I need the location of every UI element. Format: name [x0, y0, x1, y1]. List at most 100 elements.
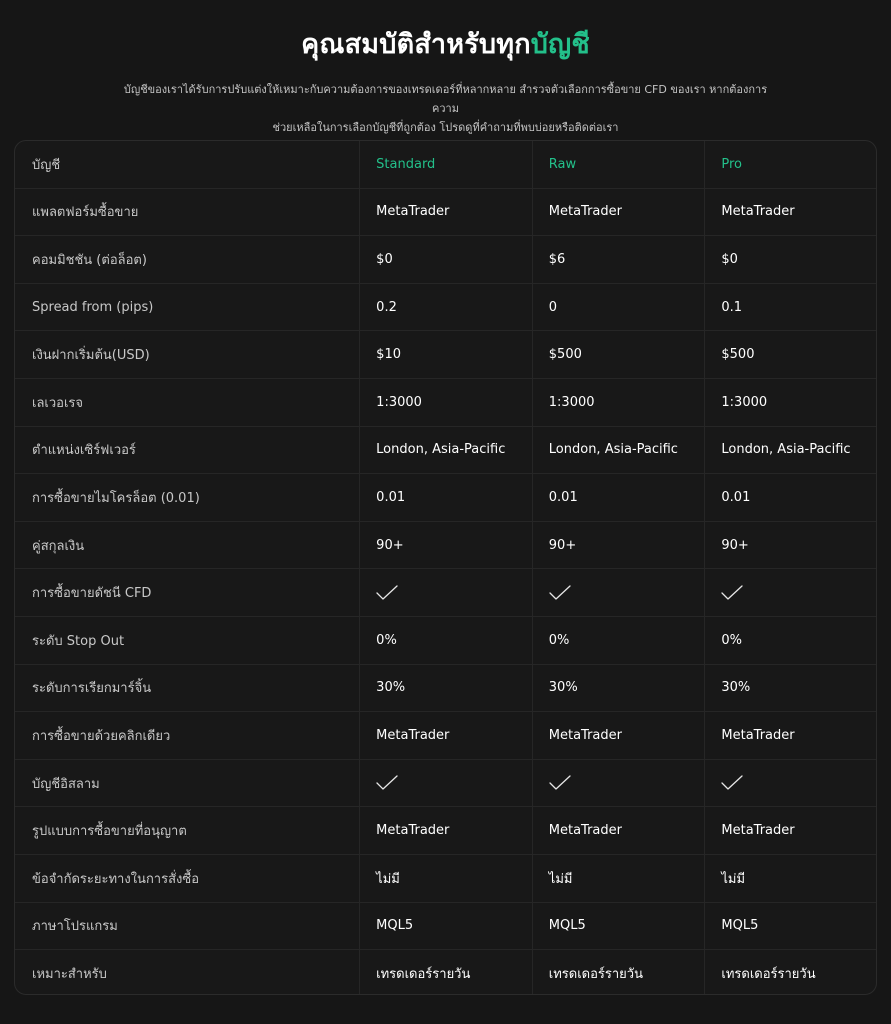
table-row: การซื้อขายไมโครล็อต (0.01) 0.01 0.01 0.01 — [15, 474, 876, 522]
cell-raw: MQL5 — [533, 902, 706, 950]
cell-raw: 30% — [533, 664, 706, 712]
title-highlight: บัญชี — [530, 29, 590, 60]
row-label: คอมมิชชัน (ต่อล็อต) — [15, 236, 361, 283]
table-row: คอมมิชชัน (ต่อล็อต) $0 $6 $0 — [15, 236, 876, 284]
cell-standard: เทรดเดอร์รายวัน — [360, 950, 533, 994]
cell-standard: 1:3000 — [360, 378, 533, 426]
cell-standard: 90+ — [360, 521, 533, 569]
cell-pro — [705, 760, 876, 807]
cell-standard: $10 — [360, 331, 533, 378]
row-label: การซื้อขายไมโครล็อต (0.01) — [15, 474, 361, 521]
cell-raw: MetaTrader — [533, 188, 706, 236]
row-label: ระดับ Stop Out — [15, 616, 361, 664]
cell-raw: 90+ — [533, 521, 706, 569]
row-label: แพลตฟอร์มซื้อขาย — [15, 188, 361, 236]
cell-raw: $500 — [533, 331, 706, 378]
cell-pro: 30% — [721, 680, 751, 696]
cell-pro: MetaTrader — [721, 727, 795, 743]
table-row: คู่สกุลเงิน 90+ 90+ 90+ — [15, 521, 876, 570]
cell-pro: ไม่มี — [721, 871, 746, 887]
table-row: การซื้อขายด้วยคลิกเดียว MetaTrader MetaTra… — [15, 712, 876, 760]
row-label: ภาษาโปรแกรม — [15, 902, 361, 950]
table-row: ตำแหน่งเซิร์ฟเวอร์ London, Asia-Pacific Lo… — [15, 426, 876, 475]
cell-raw: 0 — [533, 283, 706, 331]
cell-raw: 1:3000 — [533, 378, 706, 426]
cell-raw: MetaTrader — [533, 712, 706, 759]
table-row: ข้อจำกัดระยะทางในการสั่งซื้อ ไม่มี ไม่มี ไม… — [15, 854, 876, 903]
table-row: Spread from (pips) 0.2 0 0.1 — [15, 283, 876, 332]
row-label: เลเวอเรจ — [15, 378, 361, 426]
cell-standard: MQL5 — [360, 902, 533, 950]
page-subtitle: บัญชีของเราได้รับการปรับแต่งให้เหมาะกับค… — [120, 80, 771, 137]
cell-pro: MQL5 — [721, 918, 759, 934]
subtitle-line-2: ช่วยเหลือในการเลือกบัญชีที่ถูกต้อง โปรดด… — [272, 121, 619, 134]
cell-standard: 0% — [360, 616, 533, 664]
table-row: ระดับการเรียกมาร์จิ้น 30% 30% 30% — [15, 664, 876, 713]
check-icon — [549, 775, 571, 791]
cell-pro: เทรดเดอร์รายวัน — [721, 967, 816, 983]
table-row: ภาษาโปรแกรม MQL5 MQL5 MQL5 — [15, 902, 876, 951]
cell-pro: MetaTrader — [721, 204, 795, 220]
cell-raw: $6 — [533, 236, 706, 283]
check-icon — [721, 584, 744, 601]
row-label: ข้อจำกัดระยะทางในการสั่งซื้อ — [15, 854, 361, 902]
cell-pro: 0% — [721, 632, 743, 648]
cell-standard: 0.01 — [360, 474, 533, 521]
table-header-row: บัญชี Standard Raw Pro — [15, 141, 876, 189]
cell-standard: London, Asia-Pacific — [360, 426, 533, 474]
table-row: แพลตฟอร์มซื้อขาย MetaTrader MetaTrader Meta… — [15, 188, 876, 237]
header-cell-raw: Raw — [533, 141, 706, 188]
cell-raw: 0.01 — [533, 474, 706, 521]
cell-standard: MetaTrader — [360, 807, 533, 854]
account-comparison-table: บัญชี Standard Raw Pro แพลตฟอร์มซื้อขาย M… — [14, 140, 877, 995]
page-title: คุณสมบัติสำหรับทุกบัญชี — [0, 22, 891, 65]
cell-pro: 0.1 — [721, 299, 743, 315]
row-label: บัญชีอิสลาม — [15, 759, 361, 807]
cell-raw: เทรดเดอร์รายวัน — [533, 950, 706, 994]
cell-raw: ไม่มี — [533, 854, 706, 902]
cell-standard — [360, 569, 533, 616]
check-icon — [376, 775, 398, 791]
check-icon — [721, 775, 744, 791]
cell-raw — [533, 569, 706, 616]
title-main: คุณสมบัติสำหรับทุก — [301, 29, 531, 60]
check-icon — [376, 584, 398, 601]
header-cell-pro: Pro — [721, 156, 743, 172]
cell-pro: $0 — [721, 251, 738, 267]
row-label: เหมาะสำหรับ — [15, 950, 361, 994]
cell-pro: MetaTrader — [721, 823, 795, 839]
cell-standard: 30% — [360, 664, 533, 712]
row-label: รูปแบบการซื้อขายที่อนุญาต — [15, 807, 361, 854]
cell-pro: $500 — [721, 347, 755, 363]
cell-raw — [533, 759, 706, 807]
header-cell-account: บัญชี — [15, 141, 361, 188]
subtitle-line-1: บัญชีของเราได้รับการปรับแต่งให้เหมาะกับค… — [123, 83, 768, 115]
cell-pro — [705, 569, 876, 616]
cell-raw: London, Asia-Pacific — [533, 426, 706, 474]
cell-pro: London, Asia-Pacific — [721, 442, 851, 458]
cell-standard: $0 — [360, 236, 533, 283]
row-label: การซื้อขายด้วยคลิกเดียว — [15, 712, 361, 759]
cell-standard: ไม่มี — [360, 854, 533, 902]
table-row: รูปแบบการซื้อขายที่อนุญาต MetaTrader MetaT… — [15, 807, 876, 855]
row-label: ระดับการเรียกมาร์จิ้น — [15, 664, 361, 712]
cell-standard: MetaTrader — [360, 712, 533, 759]
cell-pro: 0.01 — [721, 489, 751, 505]
cell-raw: MetaTrader — [533, 807, 706, 854]
cell-raw: 0% — [533, 616, 706, 664]
cell-pro: 1:3000 — [721, 394, 768, 410]
table-row: เลเวอเรจ 1:3000 1:3000 1:3000 — [15, 378, 876, 427]
table-row: เหมาะสำหรับ เทรดเดอร์รายวัน เทรดเดอร์รายวั… — [15, 950, 876, 994]
cell-standard: 0.2 — [360, 283, 533, 331]
check-icon — [549, 584, 571, 601]
cell-pro: 90+ — [721, 537, 749, 553]
table-row: การซื้อขายดัชนี CFD — [15, 569, 876, 617]
cell-standard: MetaTrader — [360, 188, 533, 236]
row-label: คู่สกุลเงิน — [15, 521, 361, 569]
table-row: ระดับ Stop Out 0% 0% 0% — [15, 616, 876, 665]
row-label: ตำแหน่งเซิร์ฟเวอร์ — [15, 426, 361, 474]
cell-standard — [360, 759, 533, 807]
header-cell-standard: Standard — [360, 141, 533, 188]
row-label: Spread from (pips) — [15, 283, 361, 331]
row-label: การซื้อขายดัชนี CFD — [15, 569, 361, 616]
